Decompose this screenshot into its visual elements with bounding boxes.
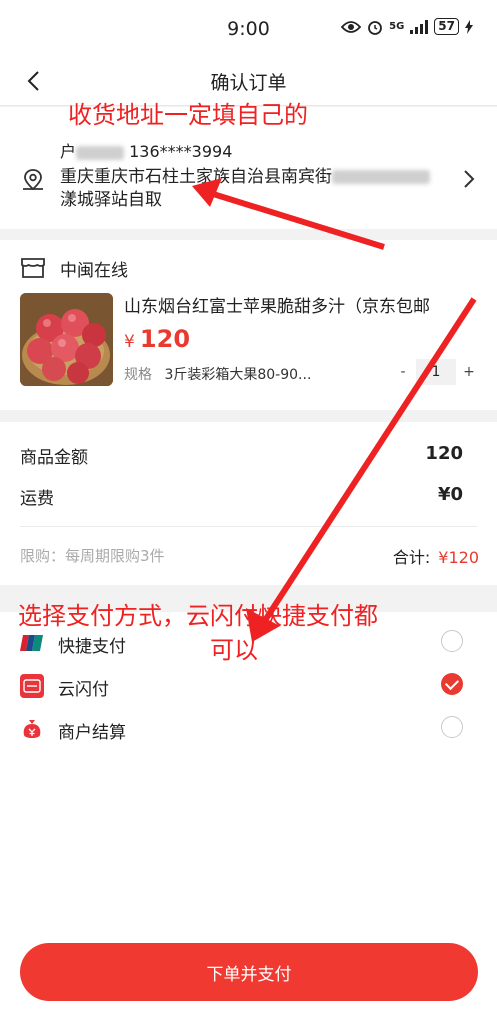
recipient-info: 户 136****3994	[60, 138, 232, 162]
address-line-2: 漾城驿站自取	[60, 190, 162, 210]
signal-icon	[410, 19, 429, 34]
price-value: 120	[139, 325, 191, 353]
payment-option-cloudpay[interactable]: 云闪付	[0, 666, 497, 706]
location-pin-icon	[23, 169, 43, 191]
payment-label: 商户结算	[58, 723, 126, 743]
redacted-address	[332, 170, 430, 184]
quantity-stepper: - 1 +	[390, 359, 482, 385]
payment-label: 快捷支付	[58, 637, 126, 657]
store-icon	[21, 258, 45, 278]
redacted-name	[76, 145, 125, 160]
shop-name: 中闽在线	[60, 261, 128, 281]
network-label: 5G	[389, 21, 405, 32]
radio-button[interactable]	[441, 630, 463, 652]
order-summary: 商品金额 120 运费 ¥0 限购：每周期限购3件 合计: ¥120	[0, 422, 497, 585]
alarm-icon	[368, 20, 383, 35]
recipient-phone: 136****3994	[129, 142, 233, 161]
order-total: 合计: ¥120	[393, 544, 479, 568]
apple-basket-image	[20, 293, 113, 386]
goods-amount-label: 商品金额	[20, 448, 88, 468]
status-icons: 5G 57	[341, 18, 473, 35]
total-amount: ¥120	[438, 548, 479, 567]
recipient-name: 户	[60, 142, 77, 161]
radio-button-checked[interactable]	[441, 673, 463, 695]
address-line-1: 重庆重庆市石柱土家族自治县南宾街	[60, 162, 430, 187]
status-bar: 9:00 5G 57	[0, 0, 497, 56]
charging-icon	[465, 19, 473, 34]
unionpay-icon	[20, 631, 44, 655]
divider	[20, 526, 477, 527]
payment-label: 云闪付	[58, 680, 109, 700]
submit-order-button[interactable]: 下单并支付	[20, 943, 478, 1001]
product-title[interactable]: 山东烟台红富士苹果脆甜多汁（京东包邮	[124, 292, 474, 317]
address-text: 重庆重庆市石柱土家族自治县南宾街	[60, 167, 332, 187]
product-image[interactable]	[20, 293, 113, 386]
purchase-limit: 限购：每周期限购3件	[20, 547, 165, 565]
goods-amount-value: 120	[425, 443, 463, 464]
price-symbol: ¥	[124, 332, 135, 352]
total-label: 合计:	[392, 548, 431, 567]
battery-icon: 57	[434, 18, 459, 35]
annotation-payment-note-2: 可以	[210, 636, 258, 664]
increase-button[interactable]: +	[456, 364, 482, 380]
shipping-label: 运费	[20, 489, 54, 509]
merchant-bag-icon	[20, 717, 44, 741]
page-title: 确认订单	[210, 72, 287, 94]
shipping-value: ¥0	[437, 484, 463, 505]
cloud-quickpass-icon	[20, 674, 44, 698]
product-price: ¥ 120	[124, 325, 190, 353]
annotation-address-note: 收货地址一定填自己的	[68, 101, 308, 129]
eye-icon	[341, 20, 362, 33]
quantity-input[interactable]: 1	[416, 359, 456, 385]
payment-option-merchant[interactable]: 商户结算	[0, 709, 497, 749]
chevron-right-icon	[464, 170, 475, 188]
spec-label: 规格	[124, 367, 152, 383]
radio-button[interactable]	[441, 716, 463, 738]
product-spec[interactable]: 规格 3斤装彩箱大果80-90...	[124, 364, 311, 384]
decrease-button[interactable]: -	[390, 364, 416, 380]
annotation-payment-note-1: 选择支付方式，云闪付快捷支付都	[18, 602, 378, 630]
spec-value: 3斤装彩箱大果80-90...	[164, 367, 312, 383]
shop-card: 中闽在线 山东烟台红富士苹果脆甜多汁（京东包邮 ¥ 120 规格 3斤装彩箱大果…	[0, 240, 497, 410]
